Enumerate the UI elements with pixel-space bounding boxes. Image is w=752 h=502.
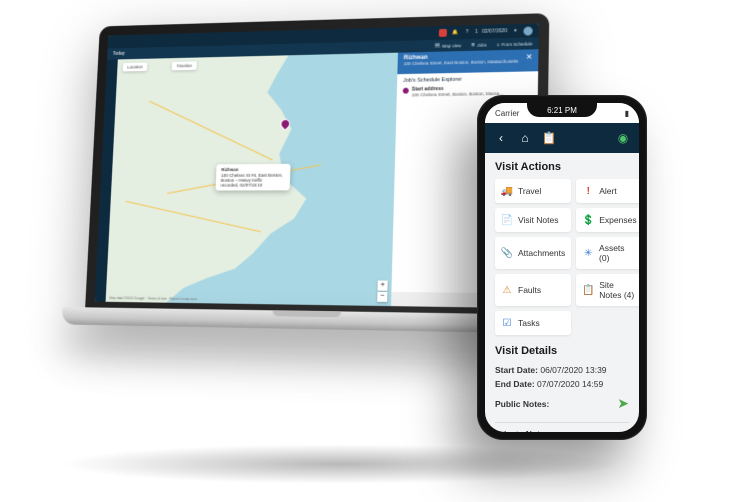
phone-statusbar: Carrier 6:21 PM ▮ — [485, 103, 639, 123]
panel-subtitle: 100 Chelsea Street, East Boston, Boston,… — [403, 58, 532, 66]
help-icon[interactable]: ? — [463, 28, 471, 36]
map-chip-timeline[interactable]: Timeline — [172, 61, 197, 70]
start-date-label: Start Date: — [495, 365, 538, 375]
wifi-icon: ◉ — [615, 130, 631, 146]
visit-actions-title: Visit Actions — [495, 161, 629, 173]
map-chip-location[interactable]: Location — [123, 62, 148, 71]
carrier-label: Carrier — [495, 109, 519, 118]
card-label: Faults — [518, 285, 541, 295]
attachment-icon: 📎 — [501, 247, 513, 259]
card-alert[interactable]: ! Alert — [576, 179, 639, 203]
visit-details: Start Date: 06/07/2020 13:39 End Date: 0… — [495, 363, 629, 432]
card-expenses[interactable]: 💲 Expenses — [576, 208, 639, 232]
schedule-label: From Schedule — [501, 41, 532, 47]
end-date-label: End Date: — [495, 379, 535, 389]
popup-title: Rizhwan — [221, 167, 286, 172]
card-label: Assets (0) — [599, 243, 637, 263]
card-label: Site Notes (4) — [599, 280, 636, 300]
truck-icon: 🚚 — [501, 185, 513, 197]
close-icon[interactable]: ✕ — [524, 52, 534, 62]
today-label[interactable]: Today — [113, 51, 125, 57]
card-faults[interactable]: ⚠ Faults — [495, 274, 571, 306]
card-label: Visit Notes — [518, 215, 558, 225]
card-tasks[interactable]: ☑ Tasks — [495, 311, 571, 335]
popup-line1: 100 Chelsea St #4, East Boston, Boston –… — [221, 172, 286, 182]
card-label: Expenses — [599, 215, 636, 225]
jobs-button[interactable]: ⊞ Jobs — [471, 42, 487, 48]
phone-content: Visit Actions 🚚 Travel ! Alert 📄 Visit Note… — [485, 153, 639, 432]
status-time: 6:21 PM — [547, 106, 577, 115]
expenses-icon: 💲 — [582, 214, 594, 226]
locate-icon[interactable]: ➤ — [617, 392, 629, 416]
map-view-label: Map view — [442, 43, 461, 48]
actions-grid: 🚚Travel !Alert 📄Visit Notes 💲Expenses 📎A… — [495, 179, 629, 335]
map-zoom: + − — [377, 281, 388, 302]
topbar-date: 02/07/2020 — [482, 28, 507, 35]
popup-line2: recorded, 02/07/15:10 — [221, 182, 286, 187]
panel-section: Job's Schedule Explorer — [403, 75, 532, 84]
chevron-down-icon[interactable]: ▾ — [511, 27, 519, 35]
start-value: 100 Chelsea Street, Boston, Boston, Mass… — [412, 91, 504, 98]
phone-device: Carrier 6:21 PM ▮ ‹ ⌂ 📋 ◉ Visit Actions … — [477, 95, 647, 440]
card-label: Attachments — [518, 248, 565, 258]
card-attachments[interactable]: 📎 Attachments — [495, 237, 571, 269]
card-label: Alert — [599, 186, 616, 196]
panel-header: ✕ Rizhwan 100 Chelsea Street, East Bosto… — [397, 49, 538, 74]
app-main: Location Timeline Rizhwan 100 Chelsea St… — [95, 49, 539, 308]
visit-details-title: Visit Details — [495, 345, 629, 357]
map-area[interactable]: Location Timeline Rizhwan 100 Chelsea St… — [106, 53, 398, 306]
card-label: Travel — [518, 186, 541, 196]
tasks-icon: ☑ — [501, 317, 513, 329]
alert-icon[interactable] — [439, 29, 447, 37]
back-icon[interactable]: ‹ — [493, 130, 509, 146]
schedule-button[interactable]: ≡ From Schedule — [497, 41, 533, 47]
panel-title: Rizhwan — [404, 52, 533, 61]
card-site-notes[interactable]: 📋 Site Notes (4) — [576, 274, 639, 306]
map-popup: Rizhwan 100 Chelsea St #4, East Boston, … — [216, 164, 291, 191]
zoom-in-button[interactable]: + — [377, 281, 387, 291]
private-notes-label: Private Notes: — [495, 429, 552, 432]
avatar[interactable] — [523, 26, 532, 35]
assets-icon: ✳ — [582, 247, 594, 259]
start-date-value: 06/07/2020 13:39 — [540, 365, 606, 375]
public-notes-label: Public Notes: — [495, 397, 549, 411]
notification-badge[interactable]: 1 — [475, 29, 478, 35]
home-icon[interactable]: ⌂ — [517, 130, 533, 146]
site-notes-icon: 📋 — [582, 284, 594, 296]
notes-icon: 📄 — [501, 214, 513, 226]
laptop-app: 🔔 ? 1 02/07/2020 ▾ Today 🗺 Map view ⊞ Jo… — [95, 23, 539, 308]
phone-app: Carrier 6:21 PM ▮ ‹ ⌂ 📋 ◉ Visit Actions … — [485, 103, 639, 432]
phone-nav: ‹ ⌂ 📋 ◉ — [485, 123, 639, 153]
card-label: Tasks — [518, 318, 540, 328]
card-travel[interactable]: 🚚 Travel — [495, 179, 571, 203]
map[interactable]: Location Timeline Rizhwan 100 Chelsea St… — [106, 53, 398, 306]
clipboard-icon[interactable]: 📋 — [541, 130, 557, 146]
zoom-out-button[interactable]: − — [377, 292, 387, 302]
card-assets[interactable]: ✳ Assets (0) — [576, 237, 639, 269]
battery-icon: ▮ — [625, 109, 629, 118]
bell-icon[interactable]: 🔔 — [451, 29, 459, 37]
card-visit-notes[interactable]: 📄 Visit Notes — [495, 208, 571, 232]
jobs-label: Jobs — [477, 42, 487, 47]
pin-icon — [403, 88, 409, 94]
end-date-value: 07/07/2020 14:59 — [537, 379, 603, 389]
map-view-button[interactable]: 🗺 Map view — [434, 42, 461, 49]
faults-icon: ⚠ — [501, 284, 513, 296]
alert-icon: ! — [582, 185, 594, 197]
